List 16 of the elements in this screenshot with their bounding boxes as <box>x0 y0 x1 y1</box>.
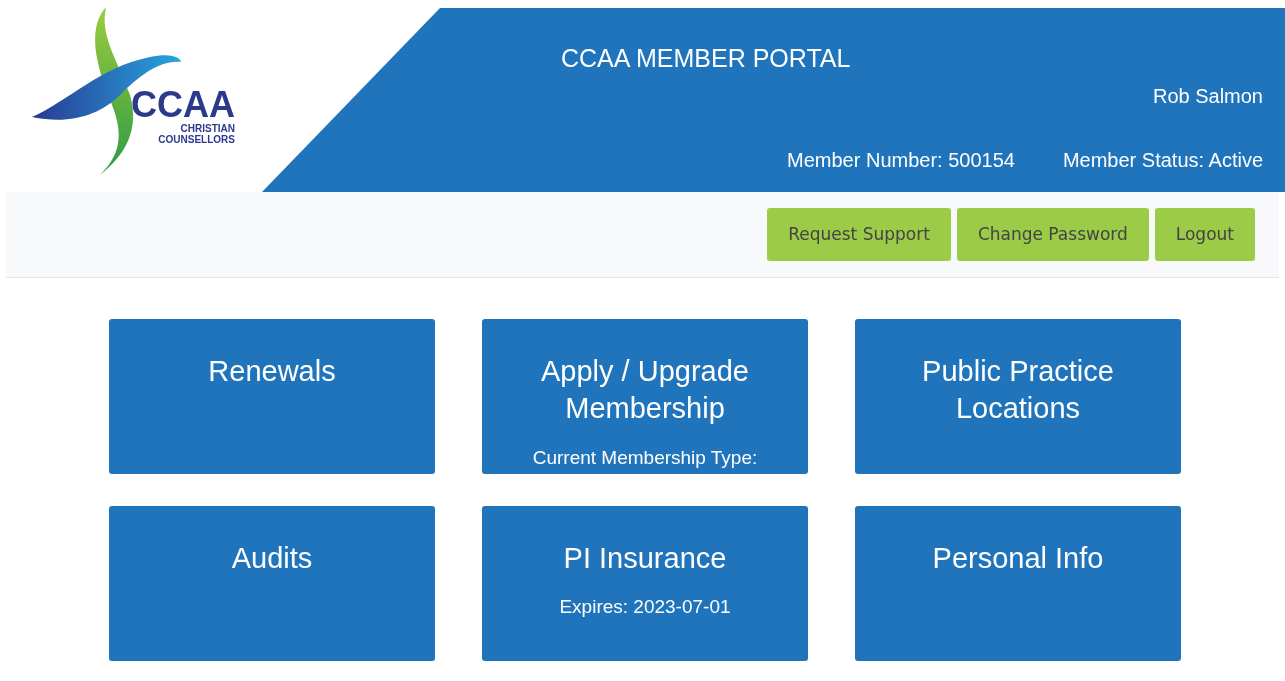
menu-tile[interactable]: Apply / Upgrade Membership Current Membership Type: <box>482 319 808 474</box>
logo-text: COUNSELLORS <box>158 134 235 145</box>
toolbar-button[interactable]: Change Password <box>956 208 1149 261</box>
menu-tile[interactable]: PI Insurance Expires: 2023-07-01 <box>482 506 808 661</box>
member-status: Member Status: Active <box>1062 148 1263 173</box>
menu-tile[interactable]: Renewals <box>109 319 435 474</box>
logo-text: CCAA <box>131 87 235 123</box>
menu-tile[interactable]: Audits <box>109 506 435 661</box>
logo-text: CHRISTIAN <box>180 123 235 134</box>
user-name: Rob Salmon <box>1152 85 1263 107</box>
portal-title: CCAA MEMBER PORTAL <box>561 44 851 72</box>
toolbar-button[interactable]: Logout <box>1154 208 1255 261</box>
menu-tile[interactable]: Public Practice Locations <box>855 319 1181 474</box>
menu-tile[interactable]: Personal Info <box>855 506 1181 661</box>
toolbar-button[interactable]: Request Support <box>767 208 951 261</box>
member-number: Member Number: 500154 <box>787 148 1015 173</box>
